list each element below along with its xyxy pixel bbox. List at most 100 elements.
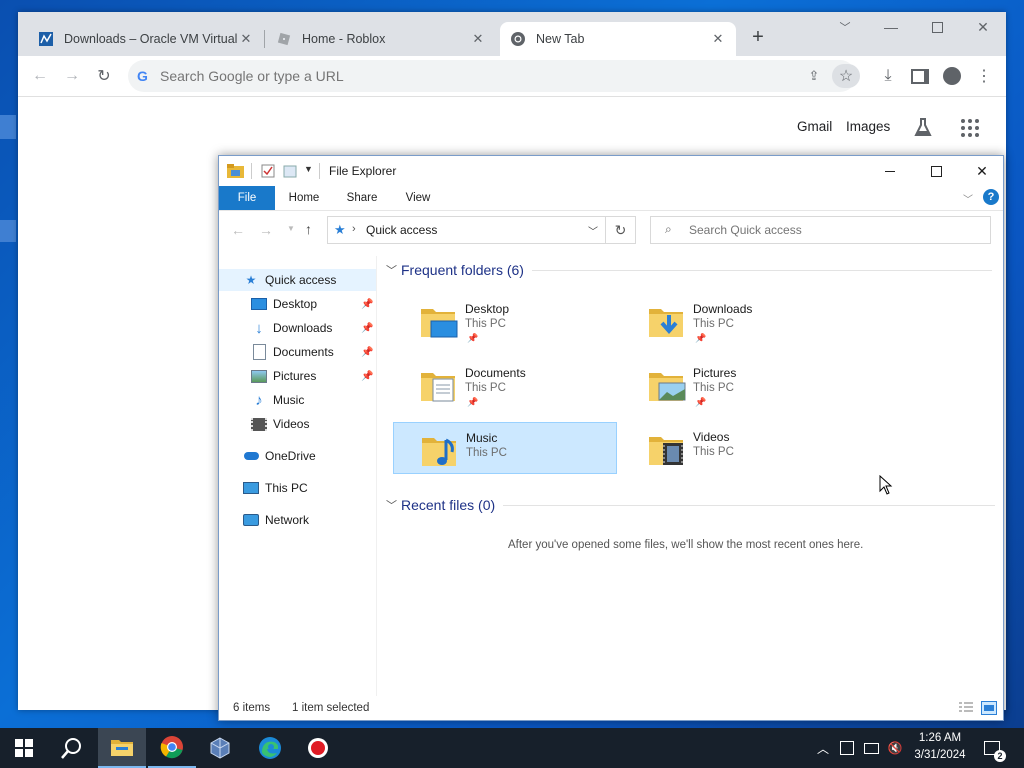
arrow-up-icon: ↑ [305,221,312,237]
nav-item-videos[interactable]: Videos [251,413,376,435]
maximize-button[interactable] [913,156,959,186]
folder-tile-downloads[interactable]: Downloads This PC 📌 [621,294,845,346]
folder-tile-desktop[interactable]: Desktop This PC 📌 [393,294,617,346]
chevron-down-icon: ﹀ [386,500,397,512]
ribbon-tab-share[interactable]: Share [337,186,387,210]
music-note-icon: ♪ [255,391,263,409]
ribbon-tab-view[interactable]: View [393,186,443,210]
back-button[interactable]: ← [231,222,245,238]
qat-separator [319,163,320,179]
minimize-icon [885,170,895,172]
search-button[interactable] [48,728,96,768]
bookmark-button[interactable]: ☆ [832,64,860,88]
ribbon-tab-file[interactable]: File [219,186,275,210]
taskbar-virtualbox[interactable] [196,728,244,768]
profile-button[interactable] [940,64,964,88]
nav-item-onedrive[interactable]: OneDrive [243,445,376,467]
google-g-icon: G [137,68,148,84]
desktop-icon[interactable] [0,115,16,139]
search-icon: ⌕ [665,222,672,236]
expand-ribbon-button[interactable]: ﹀ [963,191,973,206]
close-window-button[interactable]: ✕ [960,12,1006,42]
folder-tile-documents[interactable]: Documents This PC 📌 [393,358,617,410]
taskbar-chrome[interactable] [148,728,196,768]
labs-button[interactable] [912,116,934,138]
tab-roblox[interactable]: Home - Roblox ✕ [266,22,496,56]
share-icon: ⇪ [808,68,820,83]
nav-item-pictures[interactable]: Pictures 📌 [251,365,376,387]
windows-logo-icon [15,739,33,757]
show-hidden-icons-button[interactable]: ︿ [813,738,833,758]
frequent-folders-header[interactable]: ﹀ Frequent folders (6) [386,262,992,278]
side-panel-button[interactable] [908,64,932,88]
help-button[interactable]: ? [983,189,999,205]
properties-icon[interactable] [261,164,275,178]
recent-files-header[interactable]: ﹀ Recent files (0) [386,497,996,513]
nav-item-documents[interactable]: Documents 📌 [251,341,376,363]
nav-item-music[interactable]: ♪ Music [251,389,376,411]
nav-item-label: Downloads [273,321,333,335]
taskbar-recorder[interactable] [294,728,342,768]
folder-tile-pictures[interactable]: Pictures This PC 📌 [621,358,845,410]
tray-volume[interactable]: 🔇 [885,738,905,758]
menu-button[interactable]: ⋮ [972,64,996,88]
tab-title: Home - Roblox [302,32,386,46]
downloads-button[interactable]: ⤓ [876,64,900,88]
minimize-button[interactable] [867,156,913,186]
tray-security[interactable] [837,738,857,758]
qat-separator [251,163,252,179]
forward-button[interactable]: → [60,64,84,88]
folder-tile-videos[interactable]: Videos This PC [621,422,845,474]
tab-virtualbox[interactable]: Downloads – Oracle VM VirtualBox ✕ [28,22,264,56]
forward-button[interactable]: → [259,222,273,238]
reload-button[interactable]: ↻ [92,64,116,88]
refresh-button[interactable]: ↻ [606,216,636,244]
large-icons-view-button[interactable] [981,701,997,715]
taskbar-edge[interactable] [246,728,294,768]
navigation-pane: ★ Quick access Desktop 📌 ↓ Downloads 📌 D… [219,264,376,694]
omnibox[interactable]: G ⇪ ☆ [128,60,860,92]
clock-time[interactable]: 1:26 AM [914,732,966,744]
tab-search-button[interactable]: ﹀ [822,12,868,42]
close-icon[interactable]: ✕ [470,31,486,47]
folder-tile-music[interactable]: Music This PC [393,422,617,474]
recent-locations-button[interactable]: ▼ [287,224,295,233]
nav-item-downloads[interactable]: ↓ Downloads 📌 [251,317,376,339]
clock-date[interactable]: 3/31/2024 [910,749,970,761]
start-button[interactable] [0,728,48,768]
close-icon[interactable]: ✕ [238,31,254,47]
ribbon-tab-home[interactable]: Home [279,186,329,210]
tray-network[interactable] [861,738,881,758]
network-icon [863,742,879,754]
taskbar-file-explorer[interactable] [98,728,146,768]
search-input[interactable] [689,217,979,243]
tab-new-tab[interactable]: New Tab ✕ [500,22,736,56]
close-window-button[interactable]: ✕ [959,156,1005,186]
back-button[interactable]: ← [28,64,52,88]
pictures-folder-icon [649,373,686,401]
help-icon: ? [987,191,995,203]
new-tab-button[interactable]: + [746,26,770,50]
close-icon[interactable]: ✕ [710,31,726,47]
omnibox-input[interactable] [160,60,780,92]
details-view-button[interactable] [959,702,973,714]
maximize-button[interactable] [914,12,960,42]
chevron-down-icon: ▼ [287,224,295,233]
nav-item-network[interactable]: Network [243,509,376,531]
address-bar[interactable]: ★ › Quick access ﹀ [327,216,606,244]
arrow-right-icon: → [259,222,273,238]
share-button[interactable]: ⇪ [802,64,826,88]
up-button[interactable]: ↑ [305,221,312,237]
apps-button[interactable] [960,118,980,138]
nav-item-desktop[interactable]: Desktop 📌 [251,293,376,315]
chevron-down-icon[interactable]: ﹀ [588,223,598,238]
qat-dropdown[interactable]: ▼ [304,164,313,174]
gmail-link[interactable]: Gmail [797,119,832,134]
nav-item-quick-access[interactable]: ★ Quick access [219,269,376,291]
minimize-button[interactable]: — [868,12,914,42]
desktop-icon[interactable] [0,220,16,242]
new-folder-icon[interactable] [283,164,297,178]
images-link[interactable]: Images [846,119,890,134]
nav-item-this-pc[interactable]: This PC [243,477,376,499]
search-box[interactable]: ⌕ [650,216,991,244]
